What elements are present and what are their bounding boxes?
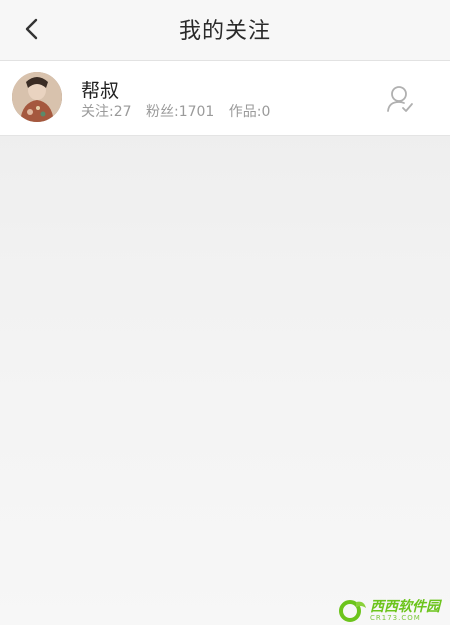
user-check-icon (387, 86, 413, 112)
avatar[interactable] (12, 72, 62, 122)
works-count: 作品:0 (228, 104, 271, 120)
watermark-logo-icon (338, 598, 368, 624)
followed-button[interactable] (385, 83, 415, 115)
watermark-subtext: CR173.COM (370, 614, 421, 622)
page-title: 我的关注 (178, 19, 271, 44)
user-stats: 关注:27 粉丝:1701 作品:0 (81, 101, 280, 121)
watermark: 西西软件园 CR173.COM (338, 598, 440, 624)
nav-bar: 我的关注 (0, 0, 450, 61)
fans-count: 粉丝:1701 (145, 104, 215, 120)
user-name[interactable]: 帮叔 (81, 76, 119, 103)
watermark-text: 西西软件园 (370, 599, 440, 615)
follow-count: 关注:27 (81, 104, 132, 120)
list-item[interactable]: 帮叔 关注:27 粉丝:1701 作品:0 (0, 61, 450, 136)
